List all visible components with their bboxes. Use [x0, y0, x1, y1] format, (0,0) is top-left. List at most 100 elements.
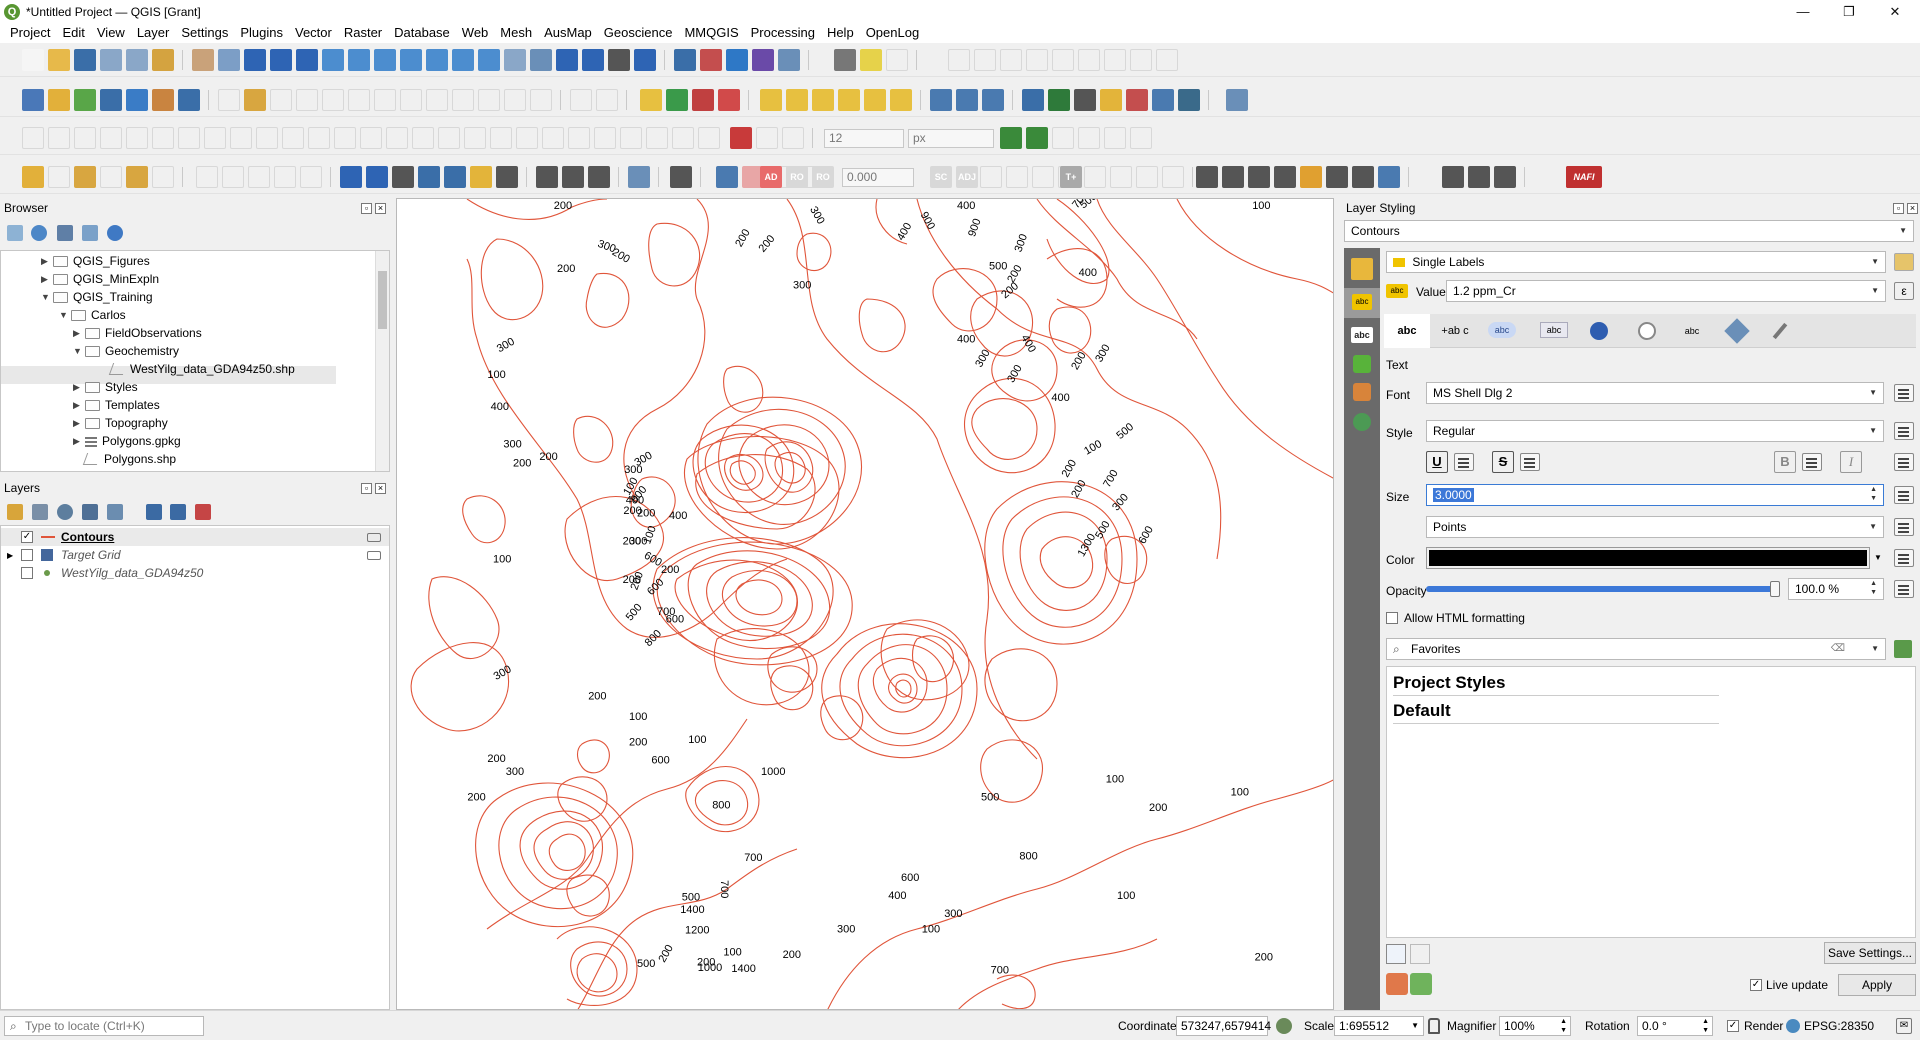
layers-float-button[interactable]: ▫ [361, 483, 372, 494]
toolbar-tool-icon[interactable] [366, 166, 388, 188]
clear-search-icon[interactable]: ⌫ [1831, 639, 1845, 659]
font-unit-combo[interactable]: px [908, 129, 994, 148]
toolbar-tool-icon[interactable] [1048, 89, 1070, 111]
unit-data-defined-button[interactable] [1894, 518, 1914, 536]
menu-edit[interactable]: Edit [56, 23, 90, 43]
menu-web[interactable]: Web [456, 23, 495, 43]
toolbar-tool-icon[interactable] [1006, 166, 1028, 188]
browser-item[interactable]: ▼ Geochemistry [73, 342, 179, 360]
opacity-spinbox[interactable]: 100.0 % ▲ ▼ [1788, 578, 1884, 600]
menu-database[interactable]: Database [388, 23, 456, 43]
lock-scale-icon[interactable] [1428, 1018, 1440, 1034]
rotation-spinbox[interactable]: 0.0 ° ▲ ▼ [1637, 1016, 1713, 1036]
label-tool-badge[interactable]: SC [930, 166, 952, 188]
toolbar-tool-icon[interactable] [478, 49, 500, 71]
toolbar-tool-icon[interactable] [594, 127, 616, 149]
italic-data-defined-button[interactable] [1894, 453, 1914, 471]
label-tool-badge[interactable]: ADJ [956, 166, 978, 188]
menu-geoscience[interactable]: Geoscience [598, 23, 679, 43]
label-offset-spinbox[interactable]: 0.000 [842, 168, 914, 187]
toolbar-tool-icon[interactable] [126, 127, 148, 149]
toolbar-tool-icon[interactable] [218, 89, 240, 111]
toolbar-tool-icon[interactable] [1468, 166, 1490, 188]
render-checkbox[interactable]: ✓ [1727, 1020, 1739, 1032]
toolbar-tool-icon[interactable] [1156, 49, 1178, 71]
buffer-tab[interactable]: abc [1488, 322, 1516, 338]
toolbar-tool-icon[interactable] [218, 49, 240, 71]
toolbar-tool-icon[interactable] [478, 89, 500, 111]
new-project-icon[interactable] [22, 49, 44, 71]
toolbar-tool-icon[interactable] [270, 89, 292, 111]
rendering-tab-icon[interactable] [1772, 322, 1788, 340]
underline-data-defined-button[interactable] [1454, 453, 1474, 471]
size-data-defined-button[interactable] [1894, 486, 1914, 504]
label-tool-badge[interactable]: NAFI [1566, 166, 1602, 188]
toolbar-tool-icon[interactable] [556, 49, 578, 71]
map-canvas[interactable]: 200 100 200 300 200 200 900 400 300 200 300 400 500 9… [396, 198, 1334, 1010]
toolbar-tool-icon[interactable] [1226, 89, 1248, 111]
label-tool-badge[interactable]: RO [786, 166, 808, 188]
masks-tab-icon[interactable]: abc [1351, 327, 1373, 343]
menu-settings[interactable]: Settings [175, 23, 234, 43]
toolbar-tool-icon[interactable] [426, 89, 448, 111]
toolbar-tool-icon[interactable] [300, 166, 322, 188]
bold-data-defined-button[interactable] [1802, 453, 1822, 471]
toolbar-tool-icon[interactable] [308, 127, 330, 149]
coordinate-field[interactable]: 573247,6579414 [1176, 1016, 1271, 1036]
label-value-expression[interactable]: 1.2 ppm_Cr ▼ [1446, 280, 1886, 302]
toolbar-tool-icon[interactable] [628, 166, 650, 188]
browser-float-button[interactable]: ▫ [361, 203, 372, 214]
toolbar-tool-icon[interactable] [152, 49, 174, 71]
menu-processing[interactable]: Processing [745, 23, 821, 43]
expand-arrow-icon[interactable]: ▶ [41, 256, 53, 267]
toolbar-tool-icon[interactable] [248, 166, 270, 188]
style-manager-icon[interactable] [1894, 640, 1912, 658]
toolbar-tool-icon[interactable] [620, 127, 642, 149]
size-unit-combo[interactable]: Points ▼ [1426, 516, 1884, 538]
toolbar-tool-icon[interactable] [982, 89, 1004, 111]
italic-button[interactable]: I [1840, 451, 1862, 473]
toolbar-tool-icon[interactable] [504, 89, 526, 111]
apply-button[interactable]: Apply [1838, 974, 1916, 996]
browser-item[interactable]: ▶ Styles [73, 378, 138, 396]
expand-arrow-icon[interactable]: ▶ [73, 400, 85, 411]
menu-openlog[interactable]: OpenLog [860, 23, 926, 43]
browser-scrollbar[interactable] [375, 251, 389, 471]
toolbar-tool-icon[interactable] [1022, 89, 1044, 111]
info-icon[interactable] [107, 225, 123, 241]
toggle-extents-icon[interactable] [1276, 1018, 1292, 1034]
toolbar-tool-icon[interactable] [608, 49, 630, 71]
toolbar-tool-icon[interactable] [634, 49, 656, 71]
toolbar-tool-icon[interactable] [412, 127, 434, 149]
toolbar-tool-icon[interactable] [256, 127, 278, 149]
opacity-data-defined-button[interactable] [1894, 580, 1914, 598]
toolbar-tool-icon[interactable] [1026, 127, 1048, 149]
toolbar-tool-icon[interactable] [1136, 166, 1158, 188]
toolbar-tool-icon[interactable] [74, 166, 96, 188]
toolbar-tool-icon[interactable] [348, 49, 370, 71]
toolbar-tool-icon[interactable] [1494, 166, 1516, 188]
toolbar-tool-icon[interactable] [100, 89, 122, 111]
toolbar-tool-icon[interactable] [22, 127, 44, 149]
filter-legend-icon[interactable] [82, 504, 98, 520]
toolbar-tool-icon[interactable] [1130, 49, 1152, 71]
expand-arrow-icon[interactable]: ▶ [73, 436, 85, 447]
redo-style-icon[interactable] [1410, 973, 1432, 995]
toolbar-tool-icon[interactable] [570, 89, 592, 111]
browser-item[interactable]: ▼ QGIS_Training [41, 288, 153, 306]
toolbar-tool-icon[interactable] [1300, 166, 1322, 188]
menu-mesh[interactable]: Mesh [494, 23, 538, 43]
menu-help[interactable]: Help [821, 23, 860, 43]
toolbar-tool-icon[interactable] [1100, 89, 1122, 111]
toolbar-tool-icon[interactable] [782, 127, 804, 149]
opacity-slider[interactable] [1426, 581, 1780, 597]
refresh-icon[interactable] [31, 225, 47, 241]
toolbar-tool-icon[interactable] [100, 127, 122, 149]
toolbar-tool-icon[interactable] [1352, 166, 1374, 188]
messages-icon[interactable]: ✉ [1896, 1018, 1912, 1034]
background-tab[interactable]: abc [1540, 322, 1568, 338]
strikeout-data-defined-button[interactable] [1520, 453, 1540, 471]
toolbar-tool-icon[interactable] [22, 166, 44, 188]
toolbar-tool-icon[interactable] [588, 166, 610, 188]
toolbar-tool-icon[interactable] [504, 49, 526, 71]
